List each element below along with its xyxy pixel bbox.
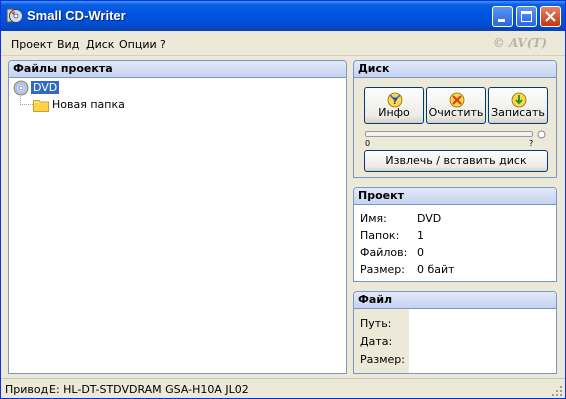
dvd-disc-icon [13, 80, 29, 96]
write-button[interactable]: Записать [488, 87, 548, 124]
info-button-label: Инфо [378, 106, 410, 119]
app-window: Small CD-Writer Проект Вид Диск Опции ? … [0, 0, 566, 399]
folder-icon [33, 100, 49, 112]
write-button-label: Записать [491, 106, 545, 119]
project-size-value: 0 байт [417, 263, 455, 276]
maximize-button[interactable] [516, 6, 537, 27]
minimize-button[interactable] [492, 6, 513, 27]
disk-panel-title: Диск [354, 61, 556, 78]
project-name-value: DVD [417, 212, 442, 225]
project-files-value: 0 [417, 246, 424, 259]
status-drive-value: E: HL-DT-STDVDRAM GSA-H10A JL02 [49, 383, 249, 396]
clear-button[interactable]: Очистить [426, 87, 486, 124]
menu-disk[interactable]: Диск [86, 38, 114, 51]
brand-label: © AV(T) [492, 36, 547, 50]
info-button[interactable]: ? Инфо [364, 87, 424, 124]
files-panel-title: Файлы проекта [9, 61, 346, 78]
app-cd-icon [6, 8, 23, 23]
file-date-label: Дата: [360, 335, 393, 348]
project-name-label: Имя: [360, 212, 387, 225]
close-icon [545, 11, 556, 22]
menu-options[interactable]: Опции [119, 38, 157, 51]
minimize-icon [498, 19, 505, 22]
title-bar[interactable]: Small CD-Writer [1, 1, 565, 31]
disk-panel: Диск ? Инфо Очистить Записать 0 ? Извлеч… [353, 60, 557, 178]
project-size-label: Размер: [360, 263, 405, 276]
project-folders-label: Папок: [360, 229, 400, 242]
eject-button-label: Извлечь / вставить диск [385, 154, 527, 167]
menu-help[interactable]: ? [160, 38, 166, 51]
project-files-label: Файлов: [360, 246, 408, 259]
tree-item-dvd-label: DVD [31, 81, 60, 94]
tree-connector [20, 96, 34, 105]
tree-item-dvd[interactable]: DVD [31, 80, 60, 96]
project-panel: Проект Имя: DVD Папок: 1 Файлов: 0 Разме… [353, 187, 557, 282]
menu-project[interactable]: Проект [11, 38, 53, 51]
eject-insert-button[interactable]: Извлечь / вставить диск [364, 150, 548, 172]
maximize-icon [521, 11, 532, 22]
tree-item-new-folder[interactable]: Новая папка [52, 97, 125, 113]
close-button[interactable] [540, 6, 561, 27]
project-folders-value: 1 [417, 229, 424, 242]
project-panel-title: Проект [354, 188, 556, 205]
slider-indicator-icon [537, 130, 546, 139]
menu-bar: Проект Вид Диск Опции ? © AV(T) [1, 31, 565, 56]
window-title: Small CD-Writer [27, 8, 126, 23]
slider-max-label: ? [529, 139, 534, 148]
file-path-label: Путь: [360, 317, 392, 330]
project-tree[interactable]: DVD Новая папка [9, 78, 346, 373]
menu-view[interactable]: Вид [57, 38, 79, 51]
capacity-slider[interactable] [365, 131, 533, 137]
slider-min-label: 0 [365, 139, 371, 148]
status-drive-label: Привод [5, 383, 49, 396]
clear-button-label: Очистить [428, 106, 484, 119]
file-panel: Файл Путь: Дата: Размер: [353, 291, 557, 374]
resize-grip-icon[interactable] [551, 385, 563, 397]
file-size-label: Размер: [360, 353, 405, 366]
status-bar: Привод E: HL-DT-STDVDRAM GSA-H10A JL02 [1, 378, 565, 398]
file-panel-title: Файл [354, 292, 556, 309]
files-panel: Файлы проекта DVD Новая папка [8, 60, 347, 374]
